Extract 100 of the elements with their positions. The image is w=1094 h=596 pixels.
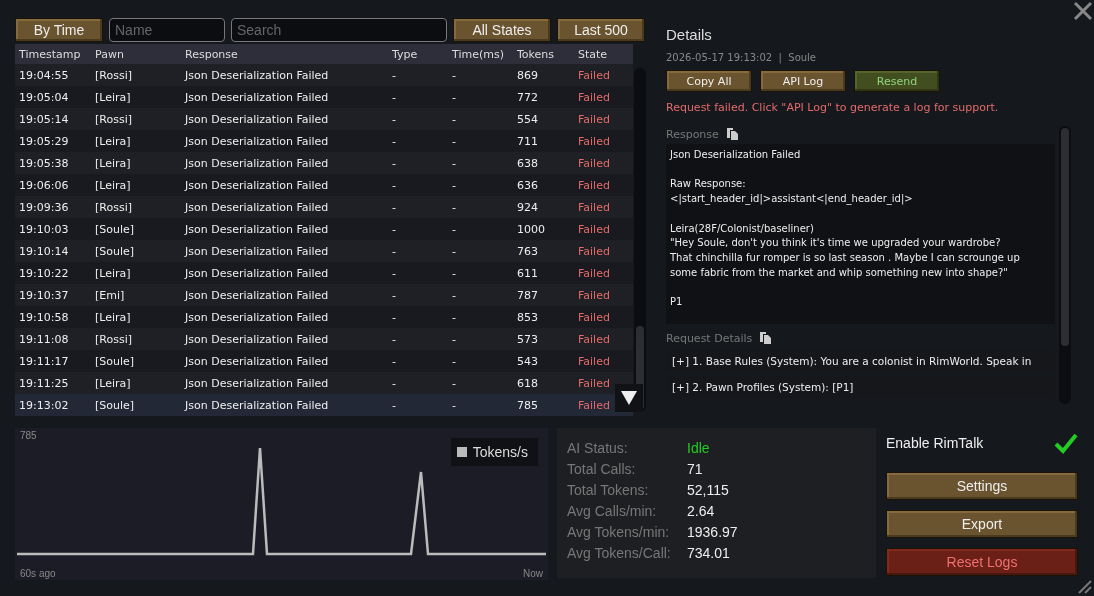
checkbox[interactable] (1054, 432, 1078, 454)
table-cell-text: 19:11:17 (19, 354, 70, 368)
table-cell-text: - (452, 200, 457, 214)
table-cell-text: - (392, 266, 397, 280)
table-cell-text: - (392, 354, 397, 368)
section-label: Response (666, 127, 719, 141)
state-cell-text: Failed (578, 376, 611, 390)
table-cell-text: - (392, 90, 397, 104)
state-cell-text: Failed (578, 266, 611, 280)
copy-icon[interactable] (726, 128, 738, 140)
table-row[interactable]: 19:04:55 [Rossi] Json Deserialization Failed - - 869 Failed (15, 64, 633, 86)
axis-label: Now (523, 567, 543, 579)
column-header: Pawn (95, 47, 125, 61)
table-row[interactable]: 19:13:02 [Soule] Json Deserialization Failed - - 785 Failed (15, 394, 633, 416)
column-header: Type (392, 47, 419, 61)
table-cell-text: 19:11:25 (19, 376, 70, 390)
chart-legend: Tokens/s (450, 438, 538, 466)
action-button[interactable]: Reset Logs (886, 548, 1078, 576)
scroll-down-button[interactable] (615, 384, 643, 412)
table-row[interactable]: 19:10:22 [Leira] Json Deserialization Failed - - 611 Failed (15, 262, 633, 284)
table-row[interactable]: 19:10:03 [Soule] Json Deserialization Failed - - 1000 Failed (15, 218, 633, 240)
state-cell-text: Failed (578, 310, 611, 324)
axis-label: 785 (20, 429, 37, 441)
table-cell-text: - (452, 222, 457, 236)
table-cell-text: - (452, 376, 457, 390)
details-button[interactable]: API Log (760, 70, 846, 92)
search-field[interactable]: Search (231, 18, 447, 42)
table-cell-text: 711 (517, 134, 539, 148)
scrollbar[interactable] (634, 68, 646, 412)
table-cell-text: [Soule] (95, 222, 136, 236)
table-cell-text: - (452, 178, 457, 192)
table-cell-text: - (452, 68, 457, 82)
state-cell-text: Failed (578, 178, 611, 192)
table-cell-text: Json Deserialization Failed (185, 398, 330, 412)
state-cell-text: Failed (578, 398, 611, 412)
state-cell-text: Failed (578, 68, 611, 82)
table-cell-text: - (452, 156, 457, 170)
name-field[interactable]: Name (109, 18, 225, 42)
table-row[interactable]: 19:10:58 [Leira] Json Deserialization Failed - - 853 Failed (15, 306, 633, 328)
details-button[interactable]: Copy All (666, 70, 752, 92)
table-cell-text: [Rossi] (95, 200, 133, 214)
table-cell-text: 611 (517, 266, 539, 280)
table-cell-text: 19:13:02 (19, 398, 70, 412)
table-cell-text: [Rossi] (95, 68, 133, 82)
copy-icon[interactable] (760, 332, 772, 344)
details-title: Details (666, 26, 713, 43)
table-cell-text: Json Deserialization Failed (185, 354, 330, 368)
table-cell-text: [Rossi] (95, 332, 133, 346)
action-button[interactable]: Settings (886, 472, 1078, 500)
state-cell-text: Failed (578, 112, 611, 126)
table-cell-text: - (452, 266, 457, 280)
table-row[interactable]: 19:10:37 [Emi] Json Deserialization Failed - - 787 Failed (15, 284, 633, 306)
table-cell-text: 785 (517, 398, 539, 412)
state-cell-text: Failed (578, 134, 611, 148)
table-cell-text: - (392, 332, 397, 346)
resize-grip-icon[interactable] (1076, 578, 1092, 594)
table-row[interactable]: 19:06:06 [Leira] Json Deserialization Failed - - 636 Failed (15, 174, 633, 196)
table-row[interactable]: 19:05:04 [Leira] Json Deserialization Failed - - 772 Failed (15, 86, 633, 108)
table-row[interactable]: 19:05:38 [Leira] Json Deserialization Failed - - 638 Failed (15, 152, 633, 174)
table-cell-text: [Leira] (95, 266, 132, 280)
sort-button[interactable]: By Time (15, 18, 103, 42)
table-cell-text: Json Deserialization Failed (185, 90, 330, 104)
table-cell-text: - (452, 354, 457, 368)
table-cell-text: - (392, 68, 397, 82)
column-header: Response (185, 47, 239, 61)
action-button[interactable]: Export (886, 510, 1078, 538)
table-cell-text: - (392, 112, 397, 126)
details-button[interactable]: Resend (854, 70, 940, 92)
down-arrow-icon (621, 391, 637, 405)
limit-button[interactable]: Last 500 (557, 18, 645, 42)
table-cell-text: - (452, 398, 457, 412)
table-row[interactable]: 19:09:36 [Rossi] Json Deserialization Failed - - 924 Failed (15, 196, 633, 218)
table-row[interactable]: 19:05:14 [Rossi] Json Deserialization Failed - - 554 Failed (15, 108, 633, 130)
state-filter-button[interactable]: All States (453, 18, 551, 42)
table-cell-text: Json Deserialization Failed (185, 244, 330, 258)
table-row[interactable]: 19:11:25 [Leira] Json Deserialization Failed - - 618 Failed (15, 372, 633, 394)
state-cell-text: Failed (578, 354, 611, 368)
close-icon[interactable] (1072, 0, 1094, 22)
table-cell-text: Json Deserialization Failed (185, 222, 330, 236)
details-meta: 2026-05-17 19:13:02 | Soule (666, 52, 818, 63)
table-row[interactable]: 19:11:17 [Soule] Json Deserialization Failed - - 543 Failed (15, 350, 633, 372)
table-cell-text: Json Deserialization Failed (185, 332, 330, 346)
table-row[interactable]: 19:10:14 [Soule] Json Deserialization Failed - - 763 Failed (15, 240, 633, 262)
table-cell-text: Json Deserialization Failed (185, 156, 330, 170)
table-cell-text: - (392, 398, 397, 412)
table-cell-text: Json Deserialization Failed (185, 266, 330, 280)
scrollbar[interactable] (1059, 126, 1071, 404)
table-cell-text: - (392, 200, 397, 214)
table-cell-text: 763 (517, 244, 539, 258)
table-cell-text: 618 (517, 376, 539, 390)
table-row[interactable]: 19:11:08 [Rossi] Json Deserialization Failed - - 573 Failed (15, 328, 633, 350)
toggle-label: Enable RimTalk (886, 435, 984, 451)
stat-value: 71 (687, 461, 704, 477)
state-cell-text: Failed (578, 222, 611, 236)
axis-label: 60s ago (20, 567, 56, 579)
table-cell-text: - (452, 90, 457, 104)
table-cell-text: 19:10:37 (19, 288, 70, 302)
table-row[interactable]: 19:05:29 [Leira] Json Deserialization Failed - - 711 Failed (15, 130, 633, 152)
stat-value: 2.64 (687, 503, 716, 519)
stat-label: Avg Tokens/min: (567, 524, 671, 540)
